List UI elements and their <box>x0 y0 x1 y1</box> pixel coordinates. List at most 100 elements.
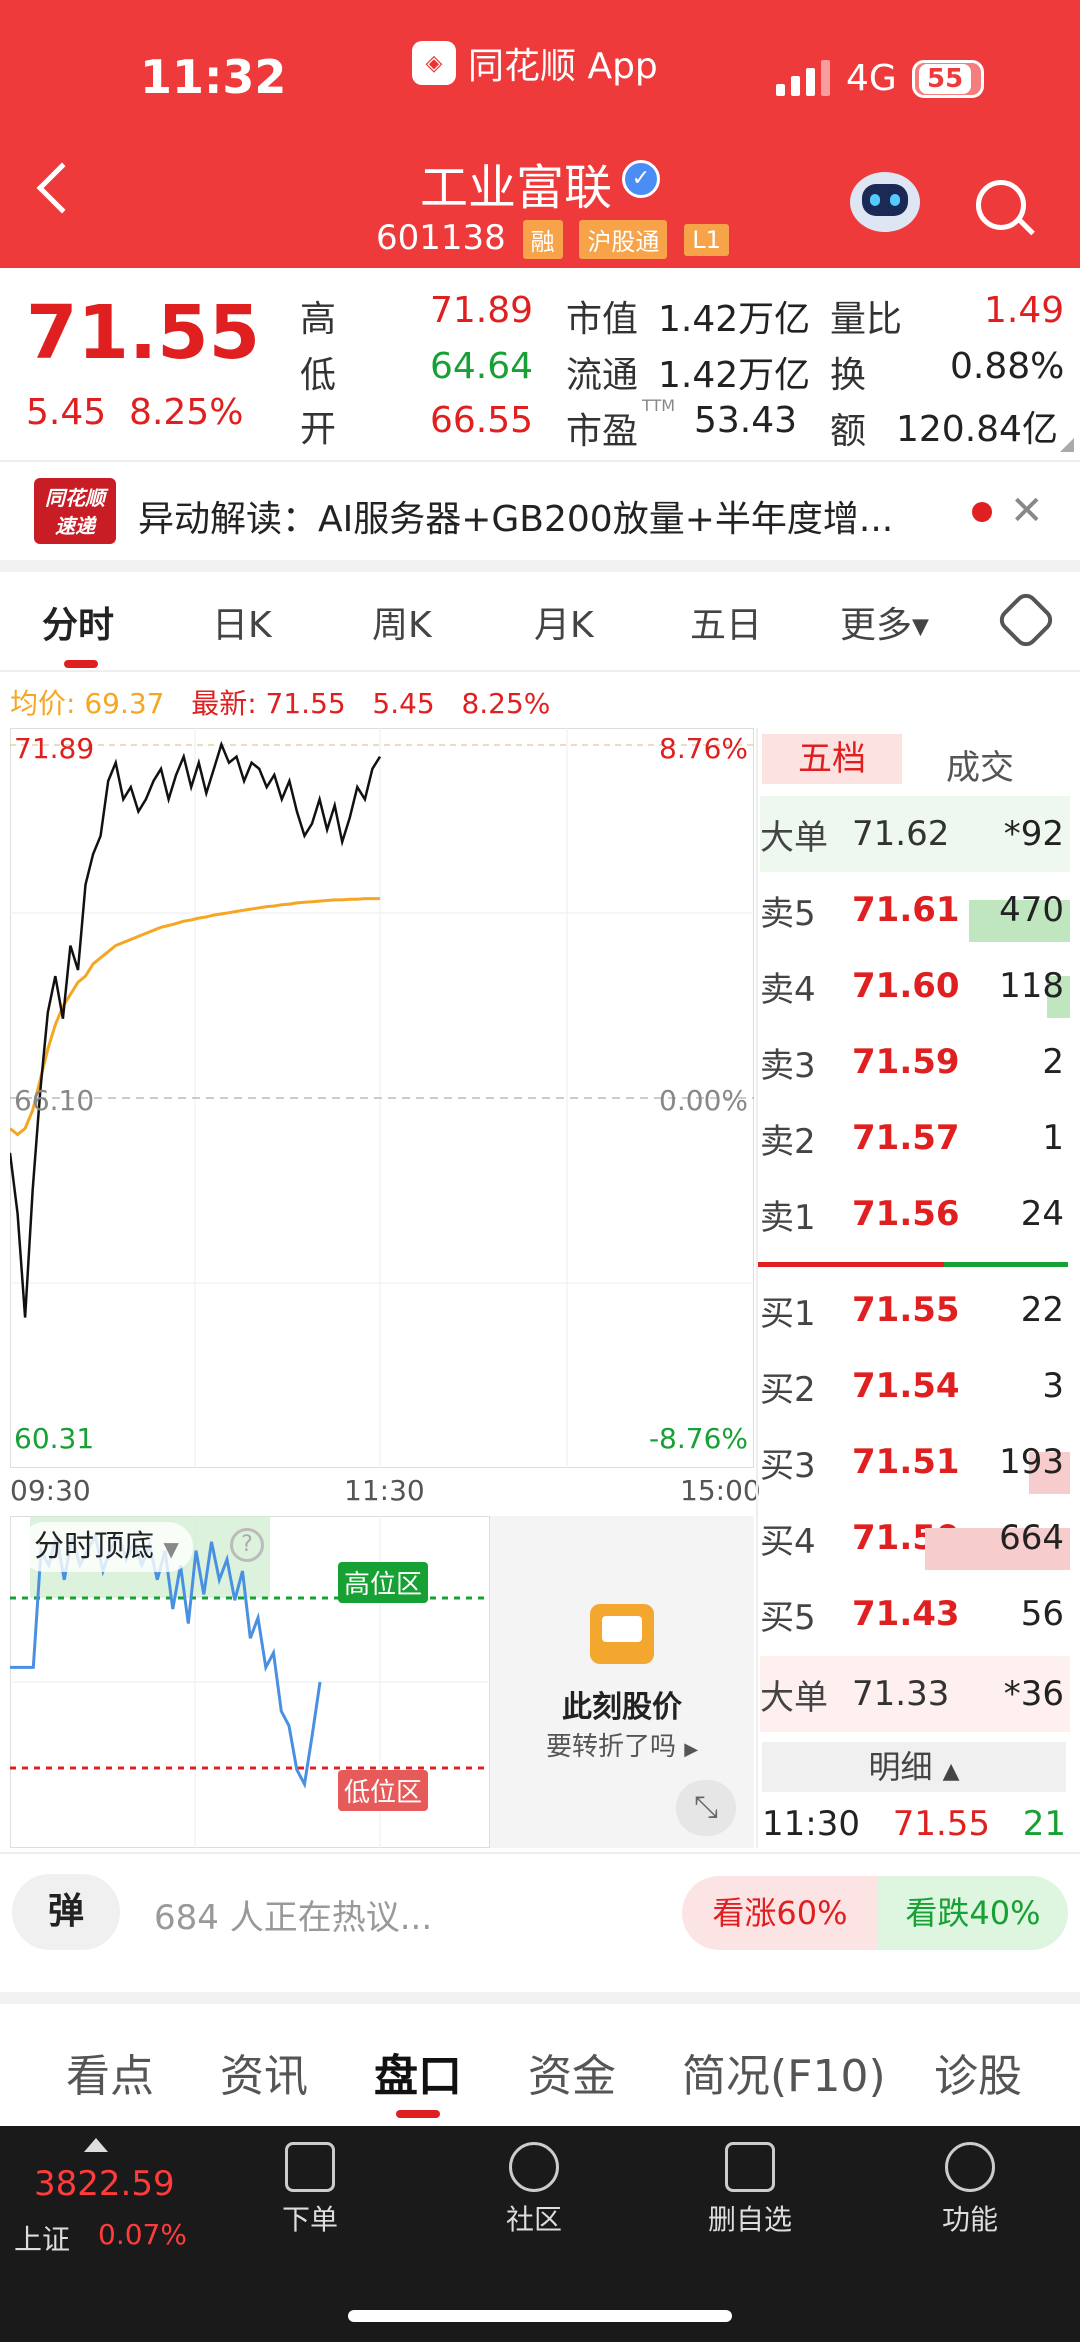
tab-trades[interactable]: 成交 <box>946 740 1014 789</box>
y-pct-mid: 0.00% <box>659 1084 748 1117</box>
close-icon[interactable]: ✕ <box>1010 488 1044 534</box>
promo-subtitle: 要转折了吗 ▶ <box>545 1732 699 1762</box>
dock-order-button[interactable]: 下单 <box>230 2126 390 2238</box>
amount-label: 额 <box>830 411 867 452</box>
ask-level: 卖4 71.60 118 <box>760 948 1070 1024</box>
level-label: 卖1 <box>760 1197 816 1238</box>
tab-five-day[interactable]: 五日 <box>690 596 762 648</box>
latest-price-legend: 最新: 71.55 <box>191 687 346 720</box>
back-icon[interactable] <box>36 162 88 214</box>
chart-promo-icon <box>590 1604 654 1664</box>
level-volume: 664 <box>925 1518 1070 1570</box>
level-volume: 193 <box>982 1442 1070 1494</box>
vote-bearish-button[interactable]: 看跌40% <box>878 1876 1068 1950</box>
ask-level: 卖2 71.57 1 <box>760 1100 1070 1176</box>
dock-functions-button[interactable]: 功能 <box>890 2126 1050 2238</box>
intraday-chart[interactable]: 71.89 66.10 60.31 8.76% 0.00% -8.76% <box>10 728 754 1468</box>
high-zone-label: 高位区 <box>338 1562 429 1603</box>
open-value: 66.55 <box>430 400 534 441</box>
y-label-high: 71.89 <box>14 732 94 765</box>
high-value: 71.89 <box>430 290 534 331</box>
robot-assistant-icon[interactable] <box>850 172 920 232</box>
y-pct-low: -8.76% <box>649 1422 748 1455</box>
level-price: 71.43 <box>852 1594 960 1634</box>
minus-icon <box>725 2142 775 2192</box>
ask-level: 卖3 71.59 2 <box>760 1024 1070 1100</box>
float-value: 1.42万亿 <box>658 355 811 396</box>
pe-value: 53.43 <box>694 400 798 441</box>
indicator-selector[interactable]: 分时顶底 ▼ <box>20 1522 193 1572</box>
expand-up-icon[interactable] <box>84 2138 108 2152</box>
tab-indicator <box>64 660 98 668</box>
index-name: 上证 <box>14 2223 71 2256</box>
expand-corner-icon[interactable] <box>1060 438 1074 452</box>
subnav-orderbook[interactable]: 盘口 <box>374 2040 462 2104</box>
help-icon[interactable]: ? <box>230 1528 264 1562</box>
discussion-prompt[interactable]: 684 人正在热议... <box>154 1890 432 1939</box>
news-logo-icon: 同花顺 速递 <box>34 478 116 544</box>
stock-name: 工业富联 <box>420 160 613 216</box>
subnav-funds[interactable]: 资金 <box>528 2040 616 2104</box>
bid-level: 买5 71.43 56 <box>760 1576 1070 1652</box>
dock-community-button[interactable]: 社区 <box>454 2126 614 2238</box>
battery-icon: 55 <box>912 60 984 98</box>
fullscreen-icon[interactable]: ⤡ <box>676 1780 736 1836</box>
settings-icon[interactable] <box>994 588 1058 652</box>
y-label-mid: 66.10 <box>14 1084 94 1117</box>
bottom-dock: 3822.59 上证 0.07% 下单 社区 删自选 功能 <box>0 2126 1080 2342</box>
level-label: 买1 <box>760 1293 816 1334</box>
y-label-low: 60.31 <box>14 1422 94 1455</box>
level-label: 卖5 <box>760 893 816 934</box>
unread-dot <box>972 502 992 522</box>
tab-intraday[interactable]: 分时 <box>42 596 114 648</box>
level-volume: 470 <box>968 890 1070 942</box>
network-type: 4G <box>846 58 897 99</box>
mktcap-value: 1.42万亿 <box>658 299 811 340</box>
volratio-label: 量比 <box>830 299 903 340</box>
tab-weekly-k[interactable]: 周K <box>372 596 432 648</box>
level-label: 卖2 <box>760 1121 816 1162</box>
bid-level: 买1 71.55 22 <box>760 1272 1070 1348</box>
turnover-value: 0.88% <box>950 346 1065 387</box>
subnav-news[interactable]: 资讯 <box>220 2040 308 2104</box>
community-icon <box>509 2142 559 2192</box>
open-label: 开 <box>300 409 337 450</box>
level-label: 卖3 <box>760 1045 816 1086</box>
level-price: 71.61 <box>852 890 960 930</box>
dock-remove-watchlist-button[interactable]: 删自选 <box>670 2126 830 2238</box>
status-time: 11:32 <box>140 50 287 104</box>
vote-bullish-button[interactable]: 看涨60% <box>682 1876 878 1950</box>
detail-toggle[interactable]: 明细 ▲ <box>762 1742 1066 1792</box>
level-volume: 56 <box>1020 1594 1064 1634</box>
subnav-f10[interactable]: 简况(F10) <box>682 2040 886 2104</box>
level-label: 买4 <box>760 1521 816 1562</box>
level-label: 买5 <box>760 1597 816 1638</box>
subnav-diagnosis[interactable]: 诊股 <box>934 2040 1022 2104</box>
app-chip[interactable]: ◈ 同花顺 App <box>412 38 658 88</box>
tab-more[interactable]: 更多▼ <box>840 596 929 648</box>
tab-daily-k[interactable]: 日K <box>212 596 272 648</box>
menu-icon <box>945 2142 995 2192</box>
level-volume: 1 <box>1042 1118 1064 1158</box>
level-price: 71.59 <box>852 1042 960 1082</box>
promo-card[interactable]: 此刻股价 要转折了吗 ▶ ⤡ <box>490 1516 754 1848</box>
danmaku-toggle[interactable]: 弹 <box>12 1874 120 1950</box>
subnav-highlights[interactable]: 看点 <box>66 2040 154 2104</box>
level-price: 71.57 <box>852 1118 960 1158</box>
level-volume: 2 <box>1042 1042 1064 1082</box>
x-label-noon: 11:30 <box>344 1474 425 1507</box>
low-label: 低 <box>300 355 337 396</box>
level-volume: 24 <box>1020 1194 1064 1234</box>
ask-level: 卖1 71.56 24 <box>760 1176 1070 1252</box>
app-logo-icon: ◈ <box>412 41 456 85</box>
news-ticker[interactable]: 异动解读：AI服务器+GB200放量+半年度增... <box>138 490 938 542</box>
avg-price-legend: 均价: 69.37 <box>10 687 165 720</box>
level-price: 71.56 <box>852 1194 960 1234</box>
index-value[interactable]: 3822.59 <box>34 2164 175 2204</box>
bid-level: 买2 71.54 3 <box>760 1348 1070 1424</box>
order-icon <box>285 2142 335 2192</box>
tab-monthly-k[interactable]: 月K <box>534 596 594 648</box>
home-indicator <box>348 2310 732 2322</box>
tab-five-levels[interactable]: 五档 <box>762 734 902 784</box>
level-volume: 3 <box>1042 1366 1064 1406</box>
